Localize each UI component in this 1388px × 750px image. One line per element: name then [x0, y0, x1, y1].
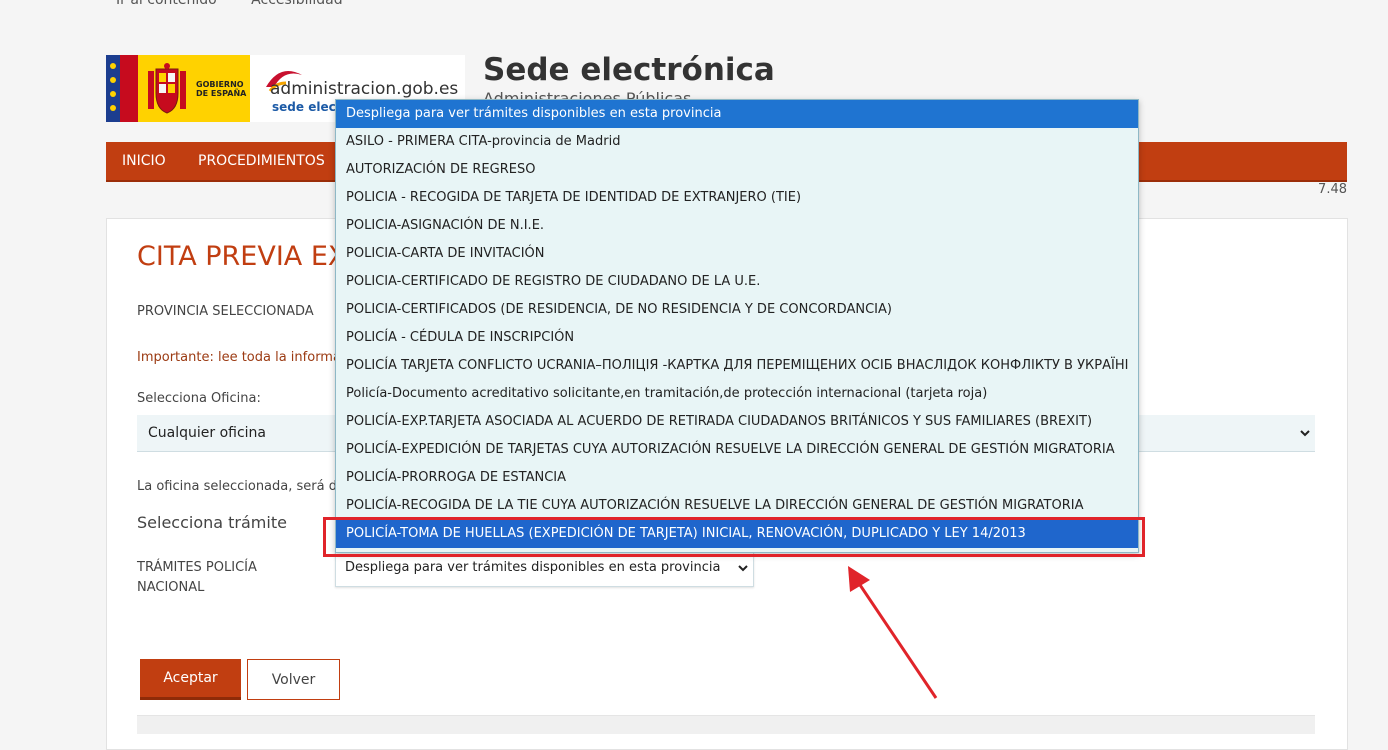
tramite-heading: Selecciona trámite — [137, 513, 287, 532]
chevron-down-icon — [1300, 430, 1310, 437]
gobierno-logo[interactable]: GOBIERNO DE ESPAÑA — [106, 55, 250, 122]
annotation-highlight-box — [323, 517, 1145, 557]
important-notice[interactable]: Importante: lee toda la informa — [137, 350, 341, 365]
site-title: Sede electrónica — [483, 52, 775, 88]
dropdown-option[interactable]: Policía-Documento acreditativo solicitan… — [336, 380, 1138, 408]
gobierno-logo-text: GOBIERNO DE ESPAÑA — [196, 80, 247, 98]
oficina-select-value: Cualquier oficina — [148, 425, 267, 441]
coat-of-arms-icon — [148, 63, 186, 114]
accept-button[interactable]: Aceptar — [140, 659, 241, 700]
dropdown-option[interactable]: POLICIA - RECOGIDA DE TARJETA DE IDENTID… — [336, 184, 1138, 212]
dropdown-option[interactable]: POLICÍA-PRORROGA DE ESTANCIA — [336, 464, 1138, 492]
tramite-dropdown-list[interactable]: Despliega para ver trámites disponibles … — [335, 99, 1139, 553]
dropdown-option[interactable]: Despliega para ver trámites disponibles … — [336, 100, 1138, 128]
provincia-label: PROVINCIA SELECCIONADA — [137, 304, 314, 319]
skip-to-content-link[interactable]: Ir al contenido — [116, 0, 217, 8]
page-title: CITA PREVIA EX — [137, 241, 347, 272]
annotation-arrow-icon — [848, 566, 938, 699]
admin-logo-text: administracion.gob.es — [270, 79, 459, 99]
dropdown-option[interactable]: POLICÍA-EXP.TARJETA ASOCIADA AL ACUERDO … — [336, 408, 1138, 436]
tramites-label-line2: NACIONAL — [137, 580, 205, 595]
nav-item-inicio[interactable]: INICIO — [122, 153, 166, 169]
nav-item-procedimientos[interactable]: PROCEDIMIENTOS — [198, 153, 325, 169]
skip-links: Ir al contenido Accesibilidad — [116, 0, 373, 8]
dropdown-option[interactable]: POLICIA-CERTIFICADO DE REGISTRO DE CIUDA… — [336, 268, 1138, 296]
dropdown-option[interactable]: POLICÍA TARJETA CONFLICTO UCRANIA–ПОЛІЦІ… — [336, 352, 1138, 380]
dropdown-option[interactable]: POLICIA-ASIGNACIÓN DE N.I.E. — [336, 212, 1138, 240]
dropdown-option[interactable]: POLICÍA - CÉDULA DE INSCRIPCIÓN — [336, 324, 1138, 352]
tramites-label-line1: TRÁMITES POLICÍA — [137, 560, 257, 575]
accessibility-link[interactable]: Accesibilidad — [251, 0, 342, 8]
version-label: 7.48 — [1318, 182, 1347, 197]
oficina-note: La oficina seleccionada, será d — [137, 479, 337, 494]
back-button[interactable]: Volver — [247, 659, 340, 700]
tramite-select-value: Despliega para ver trámites disponibles … — [345, 560, 721, 575]
chevron-down-icon — [738, 565, 748, 572]
eu-flag-icon — [106, 55, 120, 122]
admin-logo-subtext: sede elect — [272, 100, 342, 114]
dropdown-option[interactable]: POLICIA-CARTA DE INVITACIÓN — [336, 240, 1138, 268]
dropdown-option[interactable]: POLICÍA-RECOGIDA DE LA TIE CUYA AUTORIZA… — [336, 492, 1138, 520]
dropdown-option[interactable]: POLICIA-CERTIFICADOS (DE RESIDENCIA, DE … — [336, 296, 1138, 324]
oficina-label: Selecciona Oficina: — [137, 391, 261, 406]
dropdown-option[interactable]: AUTORIZACIÓN DE REGRESO — [336, 156, 1138, 184]
bottom-strip — [137, 715, 1315, 734]
dropdown-option[interactable]: POLICÍA-EXPEDICIÓN DE TARJETAS CUYA AUTO… — [336, 436, 1138, 464]
dropdown-option[interactable]: ASILO - PRIMERA CITA-provincia de Madrid — [336, 128, 1138, 156]
